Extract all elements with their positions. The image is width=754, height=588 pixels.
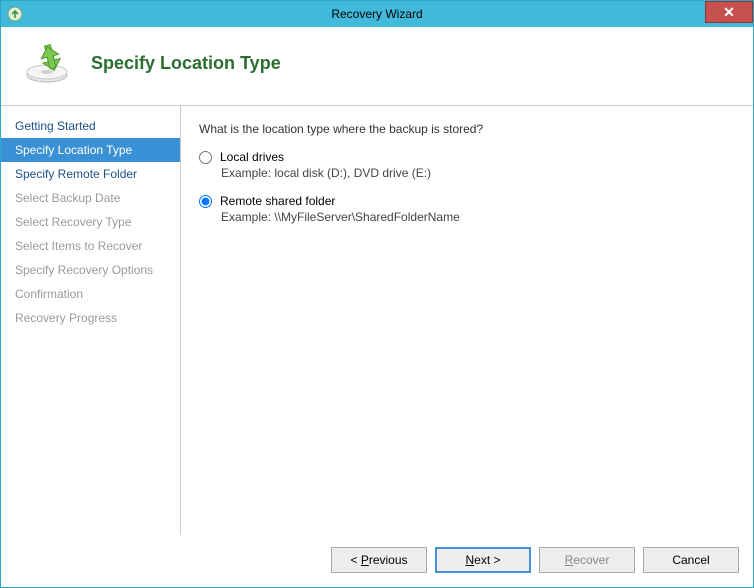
- step-getting-started[interactable]: Getting Started: [1, 114, 180, 138]
- page-title: Specify Location Type: [91, 53, 281, 74]
- previous-button[interactable]: < Previous: [331, 547, 427, 573]
- close-icon: ✕: [723, 4, 735, 21]
- example-local-drives: Example: local disk (D:), DVD drive (E:): [221, 166, 735, 180]
- label-local-drives[interactable]: Local drives: [220, 150, 284, 164]
- titlebar[interactable]: Recovery Wizard ✕: [1, 1, 753, 27]
- close-button[interactable]: ✕: [705, 1, 753, 23]
- content-panel: What is the location type where the back…: [181, 105, 753, 535]
- step-select-items-to-recover: Select Items to Recover: [1, 234, 180, 258]
- step-select-backup-date: Select Backup Date: [1, 186, 180, 210]
- cancel-button[interactable]: Cancel: [643, 547, 739, 573]
- step-specify-location-type[interactable]: Specify Location Type: [1, 138, 180, 162]
- option-local-drives[interactable]: Local drives: [199, 150, 735, 164]
- step-recovery-progress: Recovery Progress: [1, 306, 180, 330]
- option-remote-folder[interactable]: Remote shared folder: [199, 194, 735, 208]
- label-remote-folder[interactable]: Remote shared folder: [220, 194, 335, 208]
- radio-local-drives[interactable]: [199, 151, 212, 164]
- question-text: What is the location type where the back…: [199, 122, 735, 136]
- step-specify-remote-folder[interactable]: Specify Remote Folder: [1, 162, 180, 186]
- wizard-window: Recovery Wizard ✕ Specify Location Type …: [0, 0, 754, 588]
- next-button[interactable]: Next >: [435, 547, 531, 573]
- button-row: < Previous Next > Recover Cancel: [331, 547, 739, 573]
- window-title: Recovery Wizard: [1, 7, 753, 21]
- step-list: Getting Started Specify Location Type Sp…: [1, 105, 181, 535]
- header: Specify Location Type: [1, 27, 753, 105]
- radio-remote-folder[interactable]: [199, 195, 212, 208]
- example-remote-folder: Example: \\MyFileServer\SharedFolderName: [221, 210, 735, 224]
- recover-button: Recover: [539, 547, 635, 573]
- step-select-recovery-type: Select Recovery Type: [1, 210, 180, 234]
- wizard-body: Getting Started Specify Location Type Sp…: [1, 105, 753, 535]
- recovery-wizard-icon: [21, 41, 73, 85]
- step-specify-recovery-options: Specify Recovery Options: [1, 258, 180, 282]
- step-confirmation: Confirmation: [1, 282, 180, 306]
- app-icon: [7, 6, 23, 22]
